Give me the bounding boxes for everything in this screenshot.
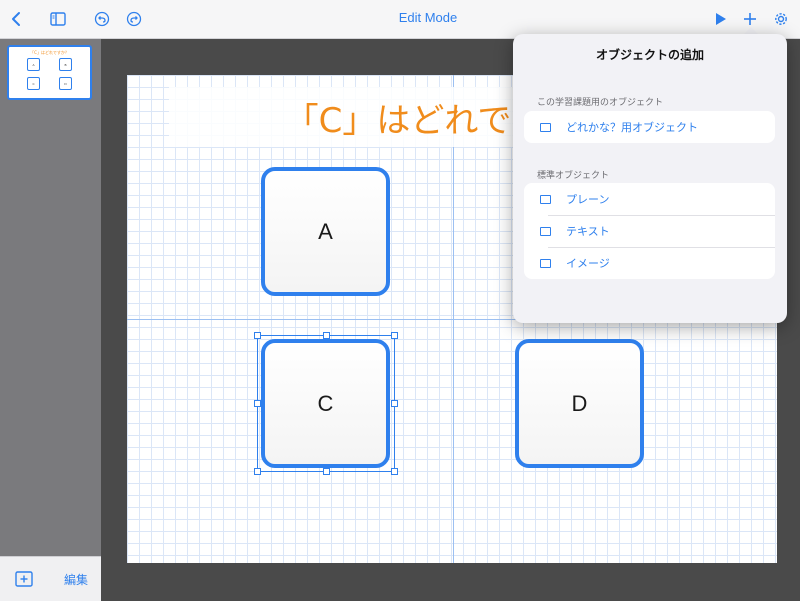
slide-thumbnail[interactable]: 「C」はどれですか？ A B C D (7, 45, 92, 100)
answer-card-a[interactable]: A (261, 167, 390, 296)
add-quiz-object-item[interactable]: どれかな？用オブジェクト (524, 111, 775, 143)
menu-item-label: イメージ (566, 257, 610, 270)
popover-title: オブジェクトの追加 (595, 48, 704, 62)
play-icon[interactable] (711, 9, 731, 29)
menu-item-label: どれかな？用オブジェクト (566, 121, 698, 134)
thumbnail-card: D (59, 77, 72, 90)
thumbnail-card: C (27, 77, 40, 90)
object-icon (540, 226, 551, 236)
resize-handle[interactable] (254, 468, 261, 475)
resize-handle[interactable] (323, 332, 330, 339)
plus-icon[interactable] (740, 9, 760, 29)
resize-handle[interactable] (323, 468, 330, 475)
page-title: Edit Mode (398, 10, 458, 25)
thumbnail-title: 「C」はどれですか？ (30, 50, 69, 55)
answer-card-d[interactable]: D (515, 339, 644, 468)
object-icon (540, 122, 551, 132)
section-header: この学習課題用のオブジェクト (537, 98, 664, 108)
resize-handle[interactable] (254, 400, 261, 407)
object-group-lesson: どれかな？用オブジェクト (524, 111, 775, 143)
thumbnail-card: B (59, 58, 72, 71)
resize-handle[interactable] (254, 332, 261, 339)
menu-item-label: プレーン (566, 193, 610, 206)
add-slide-icon[interactable] (14, 569, 34, 589)
gear-icon[interactable] (771, 9, 791, 29)
object-icon (540, 258, 551, 268)
menu-item-label: テキスト (566, 225, 610, 238)
object-group-standard: プレーン テキスト イメージ (524, 183, 775, 279)
section-header: 標準オブジェクト (537, 171, 610, 181)
add-image-object-item[interactable]: イメージ (524, 247, 775, 279)
slide-sidebar: 「C」はどれですか？ A B C D (0, 39, 101, 600)
add-text-object-item[interactable]: テキスト (524, 215, 775, 247)
resize-handle[interactable] (391, 332, 398, 339)
thumbnail-card: A (27, 58, 40, 71)
sidebar-footer: 編集 (0, 556, 101, 601)
add-plain-object-item[interactable]: プレーン (524, 183, 775, 215)
edit-button[interactable]: 編集 (64, 571, 88, 588)
selection-box (257, 335, 395, 472)
object-icon (540, 194, 551, 204)
add-object-popover: オブジェクトの追加 この学習課題用のオブジェクト どれかな？用オブジェクト 標準… (513, 34, 787, 323)
resize-handle[interactable] (391, 468, 398, 475)
resize-handle[interactable] (391, 400, 398, 407)
